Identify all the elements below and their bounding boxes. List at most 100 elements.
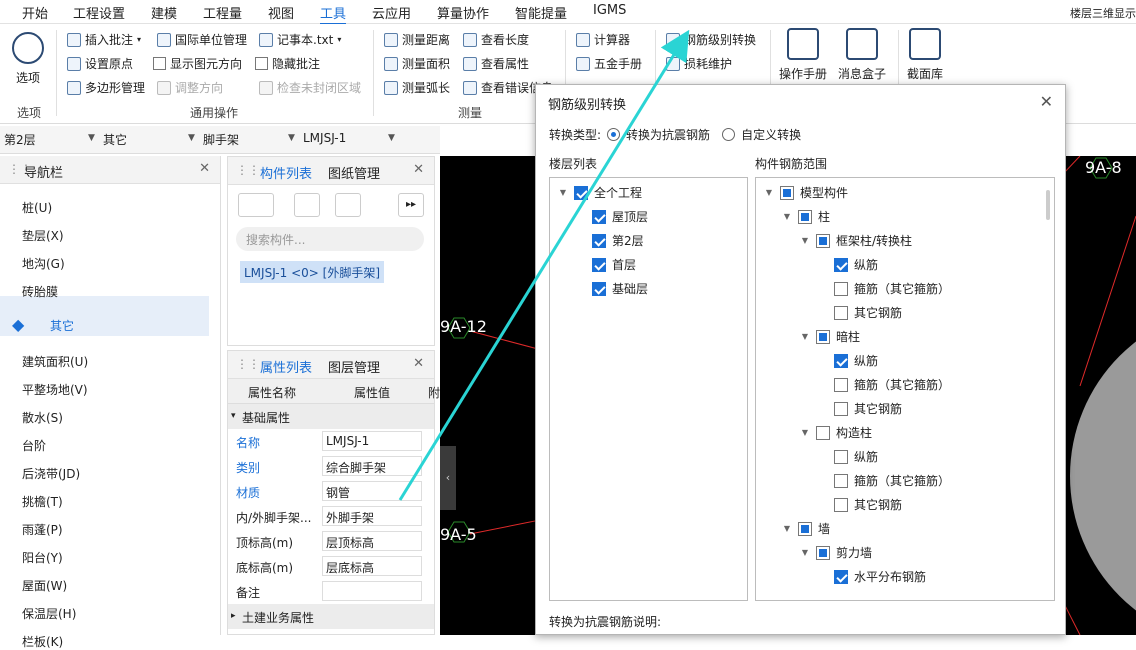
- collapse-icon[interactable]: ▼: [800, 548, 810, 557]
- radio-custom[interactable]: [722, 128, 736, 141]
- sidebar-item[interactable]: 垫层(X): [22, 227, 64, 244]
- tab-drawing-manage[interactable]: 图纸管理: [328, 163, 380, 182]
- collapse-icon[interactable]: ▼: [558, 188, 568, 197]
- show-direction-checkbox[interactable]: 显示图元方向: [153, 55, 242, 72]
- property-value-field[interactable]: 钢管: [322, 481, 422, 501]
- property-value-field[interactable]: 层底标高: [322, 556, 422, 576]
- checkbox[interactable]: [798, 521, 812, 536]
- checkbox[interactable]: [592, 281, 606, 296]
- notepad-button[interactable]: 记事本.txt ▾: [259, 31, 341, 48]
- set-origin-button[interactable]: 设置原点: [67, 55, 133, 72]
- tree-node[interactable]: 纵筋: [834, 256, 878, 273]
- tree-node[interactable]: ▼ 构造柱: [800, 424, 872, 441]
- close-icon[interactable]: ✕: [1040, 92, 1053, 111]
- search-input[interactable]: 搜索构件...: [236, 227, 424, 251]
- menu-view[interactable]: 视图: [268, 3, 294, 22]
- hide-note-checkbox[interactable]: 隐藏批注: [255, 55, 320, 72]
- property-value-field[interactable]: [322, 581, 422, 601]
- collapse-icon[interactable]: ▼: [800, 332, 810, 341]
- menu-tools[interactable]: 工具: [320, 3, 347, 25]
- checkbox[interactable]: [834, 449, 848, 464]
- tree-node[interactable]: 箍筋（其它箍筋）: [834, 472, 950, 489]
- collapse-icon[interactable]: ▼: [782, 212, 792, 221]
- checkbox[interactable]: [834, 257, 848, 272]
- menu-project-settings[interactable]: 工程设置: [73, 3, 125, 22]
- tree-node[interactable]: 箍筋（其它箍筋）: [834, 376, 950, 393]
- manual-button[interactable]: 操作手册: [779, 28, 827, 82]
- tree-node[interactable]: 其它钢筋: [834, 496, 902, 513]
- checkbox[interactable]: [816, 425, 830, 440]
- adjust-direction-button[interactable]: 调整方向: [157, 79, 223, 96]
- new-component-button[interactable]: [238, 193, 274, 217]
- close-icon[interactable]: ✕: [413, 356, 424, 371]
- tree-node[interactable]: 纵筋: [834, 352, 878, 369]
- menu-igms[interactable]: IGMS: [593, 3, 626, 18]
- checkbox[interactable]: [816, 329, 830, 344]
- checkbox[interactable]: [816, 545, 830, 560]
- collapse-icon[interactable]: ▼: [800, 236, 810, 245]
- category-select[interactable]: 其它: [103, 131, 127, 148]
- measure-arc-button[interactable]: 测量弧长: [384, 79, 450, 96]
- sidebar-item[interactable]: 散水(S): [22, 409, 63, 426]
- collapse-icon[interactable]: ▼: [764, 188, 774, 197]
- checkbox[interactable]: [592, 233, 606, 248]
- floor-item[interactable]: 首层: [592, 256, 636, 273]
- menu-modeling[interactable]: 建模: [151, 3, 177, 22]
- collapse-icon[interactable]: ▼: [800, 428, 810, 437]
- checkbox[interactable]: [834, 377, 848, 392]
- tab-component-list[interactable]: 构件列表: [260, 163, 312, 182]
- tab-property-list[interactable]: 属性列表: [260, 357, 312, 376]
- collapse-icon[interactable]: ▾: [231, 411, 236, 421]
- tree-node[interactable]: 纵筋: [834, 448, 878, 465]
- type-select[interactable]: 脚手架: [203, 131, 239, 148]
- sidebar-item[interactable]: 挑檐(T): [22, 493, 63, 510]
- floor-item[interactable]: 第2层: [592, 232, 644, 249]
- checkbox[interactable]: [834, 473, 848, 488]
- checkbox[interactable]: [816, 233, 830, 248]
- collapse-handle[interactable]: ‹: [440, 446, 456, 510]
- sidebar-item[interactable]: 其它: [50, 317, 74, 334]
- property-value-field[interactable]: 外脚手架: [322, 506, 422, 526]
- tree-node[interactable]: ▼ 暗柱: [800, 328, 860, 345]
- polygon-manage-button[interactable]: 多边形管理: [67, 79, 145, 96]
- tree-node[interactable]: ▼ 墙: [782, 520, 830, 537]
- rebar-grade-convert-button[interactable]: 钢筋级别转换: [666, 31, 756, 48]
- floor-3d-toggle[interactable]: 楼层三维显示: [1070, 5, 1136, 21]
- sidebar-item[interactable]: 平整场地(V): [22, 381, 88, 398]
- sidebar-item[interactable]: 栏板(K): [22, 633, 63, 650]
- menu-smart[interactable]: 智能提量: [515, 3, 567, 22]
- sidebar-item[interactable]: 桩(U): [22, 199, 52, 216]
- list-item[interactable]: LMJSJ-1 <0> [外脚手架]: [240, 261, 385, 283]
- floor-item[interactable]: 屋顶层: [592, 208, 648, 225]
- floor-item[interactable]: ▼ 全个工程: [558, 184, 642, 201]
- checkbox[interactable]: [798, 209, 812, 224]
- floor-select[interactable]: 第2层: [4, 131, 36, 148]
- copy-button[interactable]: [294, 193, 320, 217]
- sidebar-item[interactable]: 地沟(G): [22, 255, 65, 272]
- sidebar-item[interactable]: 砖胎膜: [22, 283, 58, 300]
- sidebar-item[interactable]: 阳台(Y): [22, 549, 63, 566]
- options-button[interactable]: 选项: [12, 32, 44, 86]
- measure-distance-button[interactable]: 测量距离: [384, 31, 450, 48]
- menu-collab[interactable]: 算量协作: [437, 3, 489, 22]
- sidebar-item[interactable]: 建筑面积(U): [22, 353, 88, 370]
- checkbox[interactable]: [834, 401, 848, 416]
- property-value-field[interactable]: LMJSJ-1: [322, 431, 422, 451]
- more-icon[interactable]: ▸▸: [398, 193, 424, 217]
- checkbox[interactable]: [780, 185, 794, 200]
- sidebar-item[interactable]: 屋面(W): [22, 577, 67, 594]
- property-value-field[interactable]: 综合脚手架: [322, 456, 422, 476]
- tree-node[interactable]: 水平分布钢筋: [834, 568, 926, 585]
- close-icon[interactable]: ✕: [199, 161, 210, 176]
- tree-node[interactable]: ▼ 模型构件: [764, 184, 848, 201]
- collapse-icon[interactable]: ▼: [782, 524, 792, 533]
- sidebar-item[interactable]: 保温层(H): [22, 605, 76, 622]
- checkbox[interactable]: [834, 281, 848, 296]
- measure-area-button[interactable]: 测量面积: [384, 55, 450, 72]
- component-select[interactable]: LMJSJ-1: [303, 131, 346, 145]
- checkbox[interactable]: [592, 257, 606, 272]
- checkbox[interactable]: [834, 353, 848, 368]
- calculator-button[interactable]: 计算器: [576, 31, 630, 48]
- checkbox[interactable]: [834, 305, 848, 320]
- checkbox[interactable]: [574, 185, 588, 200]
